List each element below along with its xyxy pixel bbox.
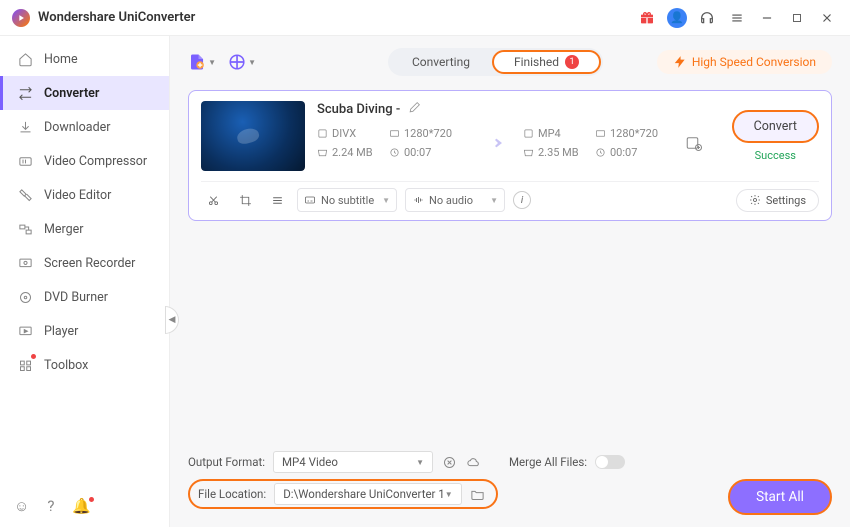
output-format-select[interactable]: MP4 Video▼ [273,451,433,473]
dst-resolution: 1280*720 [595,127,673,140]
settings-button[interactable]: Settings [736,189,819,212]
notification-icon[interactable]: 🔔 [72,497,91,515]
minimize-button[interactable] [756,7,778,29]
app-title: Wondershare UniConverter [38,10,195,25]
app-logo-icon [12,9,30,27]
sidebar-item-label: Converter [44,86,99,101]
sidebar-item-label: Home [44,52,78,67]
sidebar-item-label: Video Editor [44,188,111,203]
file-card: Scuba Diving - DIVX 1280*720 2.24 MB 00:… [188,90,832,221]
merger-icon [16,220,34,238]
output-settings-icon[interactable] [685,134,703,152]
support-icon[interactable] [696,7,718,29]
titlebar: Wondershare UniConverter 👤 [0,0,850,36]
gift-icon[interactable] [636,7,658,29]
info-icon[interactable]: i [513,191,531,209]
high-speed-conversion-button[interactable]: High Speed Conversion [657,50,832,74]
content-area: ▼ ▼ Converting Finished 1 High Speed Con… [170,36,850,527]
start-all-button[interactable]: Start All [728,479,832,515]
sidebar-item-toolbox[interactable]: Toolbox [0,348,169,382]
sidebar-item-editor[interactable]: Video Editor [0,178,169,212]
src-duration: 00:07 [389,146,467,159]
home-icon [16,50,34,68]
sidebar-item-compressor[interactable]: Video Compressor [0,144,169,178]
sidebar-item-dvdburner[interactable]: DVD Burner [0,280,169,314]
output-format-label: Output Format: [188,455,265,469]
sidebar-item-label: Toolbox [44,358,88,373]
sidebar-item-label: Video Compressor [44,154,147,169]
src-format: DIVX [317,127,385,140]
sidebar-item-label: Merger [44,222,84,237]
src-size: 2.24 MB [317,146,385,159]
player-icon [16,322,34,340]
bottom-bar: Output Format: MP4 Video▼ Merge All File… [188,451,832,515]
sidebar-item-screenrecorder[interactable]: Screen Recorder [0,246,169,280]
edit-name-icon[interactable] [408,101,421,117]
user-avatar[interactable]: 👤 [666,7,688,29]
sidebar-item-label: Downloader [44,120,111,135]
dst-size: 2.35 MB [523,146,591,159]
file-location-highlight: File Location: D:\Wondershare UniConvert… [188,479,498,509]
status-label: Success [755,149,796,162]
sidebar: Home Converter Downloader Video Compress… [0,36,170,527]
open-folder-icon[interactable] [470,486,486,502]
sidebar-item-label: Screen Recorder [44,256,135,271]
tab-converting[interactable]: Converting [390,50,492,74]
video-thumbnail[interactable] [201,101,305,171]
audio-dropdown[interactable]: No audio▼ [405,188,505,212]
trim-icon[interactable] [201,189,225,211]
help-icon[interactable]: ? [47,497,54,515]
subtitle-dropdown[interactable]: No subtitle▼ [297,188,397,212]
sidebar-item-merger[interactable]: Merger [0,212,169,246]
dst-format: MP4 [523,127,591,140]
convert-button[interactable]: Convert [732,110,819,143]
merge-label: Merge All Files: [509,455,587,469]
add-file-button[interactable]: ▼ [188,50,216,74]
close-button[interactable] [816,7,838,29]
download-icon [16,118,34,136]
finished-count-badge: 1 [565,55,579,69]
gpu-icon[interactable] [441,454,457,470]
crop-icon[interactable] [233,189,257,211]
add-folder-button[interactable]: ▼ [228,50,256,74]
sidebar-item-home[interactable]: Home [0,42,169,76]
menu-icon[interactable] [726,7,748,29]
toolbox-icon [16,356,34,374]
sidebar-item-label: Player [44,324,78,339]
screen-recorder-icon [16,254,34,272]
sidebar-item-player[interactable]: Player [0,314,169,348]
file-name: Scuba Diving - [317,102,400,117]
sidebar-item-downloader[interactable]: Downloader [0,110,169,144]
compressor-icon [16,152,34,170]
file-location-select[interactable]: D:\Wondershare UniConverter 1▼ [274,483,462,505]
sidebar-item-converter[interactable]: Converter [0,76,169,110]
src-resolution: 1280*720 [389,127,467,140]
converter-icon [16,84,34,102]
sidebar-item-label: DVD Burner [44,290,108,305]
file-location-label: File Location: [192,487,266,501]
feedback-icon[interactable]: ☺ [14,497,29,515]
merge-toggle[interactable] [595,455,625,469]
dvd-icon [16,288,34,306]
toolbar: ▼ ▼ Converting Finished 1 High Speed Con… [188,48,832,76]
effect-icon[interactable] [265,189,289,211]
arrow-icon [467,131,523,155]
tab-finished[interactable]: Finished 1 [492,50,601,74]
tab-group: Converting Finished 1 [388,48,603,76]
dst-duration: 00:07 [595,146,673,159]
cloud-icon[interactable] [465,454,481,470]
maximize-button[interactable] [786,7,808,29]
editor-icon [16,186,34,204]
